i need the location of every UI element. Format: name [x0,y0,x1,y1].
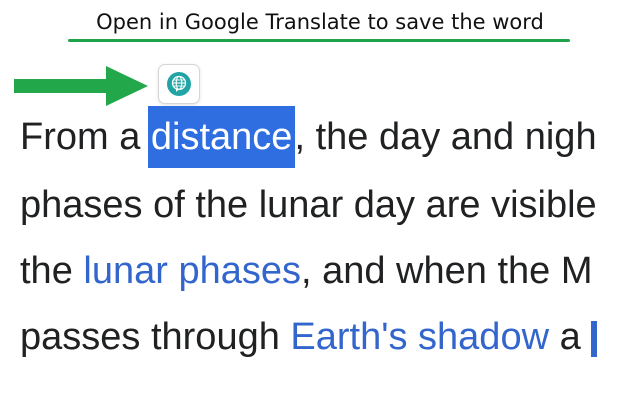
text-segment: the [20,250,84,292]
text-segment: , the day and nigh [294,116,597,158]
article-line-4: passes through Earth's shadow a [20,306,597,368]
google-translate-button[interactable] [158,64,200,104]
google-translate-icon [167,72,191,96]
caption-underline [68,39,570,42]
link-lunar-phases[interactable]: lunar phases [83,250,301,292]
truncated-link-edge [590,320,597,357]
text-segment: phases of the lunar day are visible [20,184,597,226]
article-line-3: the lunar phases, and when the M [20,240,593,302]
text-segment: From a [20,116,151,158]
instruction-caption: Open in Google Translate to save the wor… [96,10,544,34]
text-segment: , and when the M [300,250,593,292]
text-segment: a [549,316,581,358]
article-line-1: From a distance, the day and nigh [20,106,597,168]
selected-word[interactable]: distance [147,106,296,168]
link-earths-shadow[interactable]: Earth's shadow [290,316,549,358]
arrow-right-icon [14,66,148,106]
text-segment: passes through [20,316,291,358]
article-line-2: phases of the lunar day are visible [20,174,597,236]
